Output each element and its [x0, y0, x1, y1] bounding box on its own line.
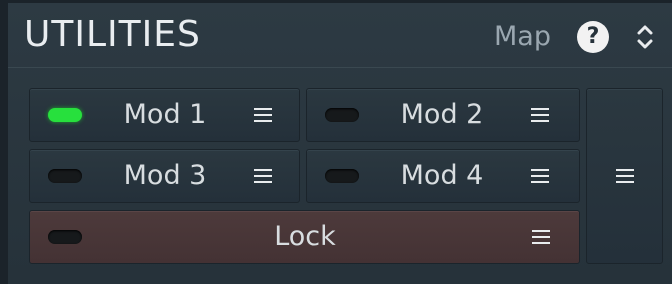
panel-header: UTILITIES Map ? [8, 3, 672, 68]
mod-3-label: Mod 3 [123, 160, 207, 191]
mod-4-led-indicator [325, 169, 359, 183]
lock-led-indicator [48, 230, 82, 244]
side-menu-button[interactable] [586, 88, 663, 264]
expand-collapse-icon[interactable] [634, 20, 656, 54]
lock-label: Lock [274, 221, 336, 252]
mod-1-led-indicator [48, 108, 82, 122]
mod-4-label: Mod 4 [400, 160, 484, 191]
mod-2-button[interactable]: Mod 2 [306, 88, 580, 142]
mod-4-button[interactable]: Mod 4 [306, 149, 580, 203]
hamburger-menu-icon[interactable] [616, 169, 634, 184]
utilities-panel: UTILITIES Map ? Mod 1 Mod 2 Mod 3 Mod 4 [8, 3, 672, 284]
mod-3-led-indicator [48, 169, 82, 183]
mod-2-led-indicator [325, 108, 359, 122]
mod-1-button[interactable]: Mod 1 [29, 88, 300, 142]
hamburger-menu-icon[interactable] [531, 108, 549, 123]
lock-button[interactable]: Lock [29, 210, 580, 264]
mod-3-button[interactable]: Mod 3 [29, 149, 300, 203]
hamburger-menu-icon[interactable] [532, 230, 550, 245]
map-button[interactable]: Map [494, 21, 551, 53]
hamburger-menu-icon[interactable] [254, 169, 272, 184]
hamburger-menu-icon[interactable] [531, 169, 549, 184]
mod-2-label: Mod 2 [400, 99, 484, 130]
panel-title: UTILITIES [24, 14, 201, 55]
help-icon[interactable]: ? [577, 21, 609, 53]
hamburger-menu-icon[interactable] [254, 108, 272, 123]
mod-1-label: Mod 1 [123, 99, 207, 130]
